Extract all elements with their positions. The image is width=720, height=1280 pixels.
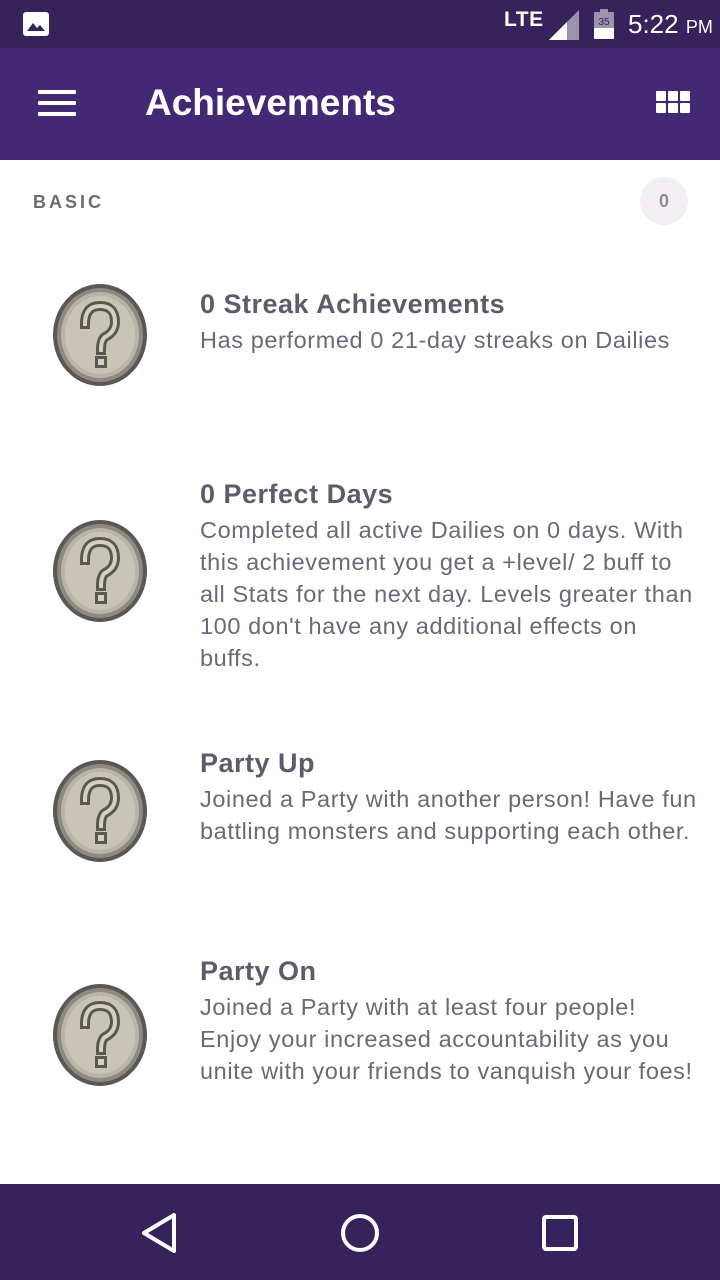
clock-suffix: PM — [685, 17, 713, 37]
achievement-title: Party On — [200, 956, 317, 986]
achievement-description: Has performed 0 21-day streaks on Dailie… — [200, 327, 670, 353]
locked-achievement-question-icon — [51, 282, 149, 388]
grid-view-button[interactable] — [648, 82, 698, 128]
menu-button[interactable] — [28, 78, 84, 130]
network-type: LTE — [504, 8, 544, 31]
locked-achievement-question-icon — [51, 982, 149, 1088]
app-bar: Achievements — [0, 48, 720, 160]
locked-achievement-question-icon — [51, 758, 149, 864]
battery-level: 35 — [598, 17, 610, 28]
section-count-badge: 0 — [640, 177, 688, 225]
achievement-description: Joined a Party with at least four people… — [200, 994, 693, 1084]
back-triangle-icon[interactable] — [136, 1210, 184, 1256]
page-title: Achievements — [145, 82, 396, 123]
achievement-title: Party Up — [200, 748, 316, 778]
battery-icon: 35 — [594, 9, 614, 39]
achievement-title: 0 Streak Achievements — [200, 289, 506, 319]
image-icon — [23, 12, 49, 36]
section-header-basic: BASIC 0 — [0, 160, 720, 242]
locked-achievement-question-icon — [51, 518, 149, 624]
system-navigation-bar — [0, 1184, 720, 1280]
clock: 5:22 PM — [628, 9, 713, 40]
recents-square-icon[interactable] — [536, 1210, 584, 1256]
clock-time: 5:22 — [628, 9, 679, 39]
home-circle-icon[interactable] — [336, 1210, 384, 1256]
status-bar: LTE 35 5:22 PM — [0, 0, 720, 48]
achievement-title: 0 Perfect Days — [200, 479, 394, 509]
achievement-description: Completed all active Dailies on 0 days. … — [200, 517, 693, 671]
achievement-description: Joined a Party with another person! Have… — [200, 786, 697, 844]
cell-signal-icon — [549, 10, 579, 40]
section-label: BASIC — [33, 192, 105, 212]
